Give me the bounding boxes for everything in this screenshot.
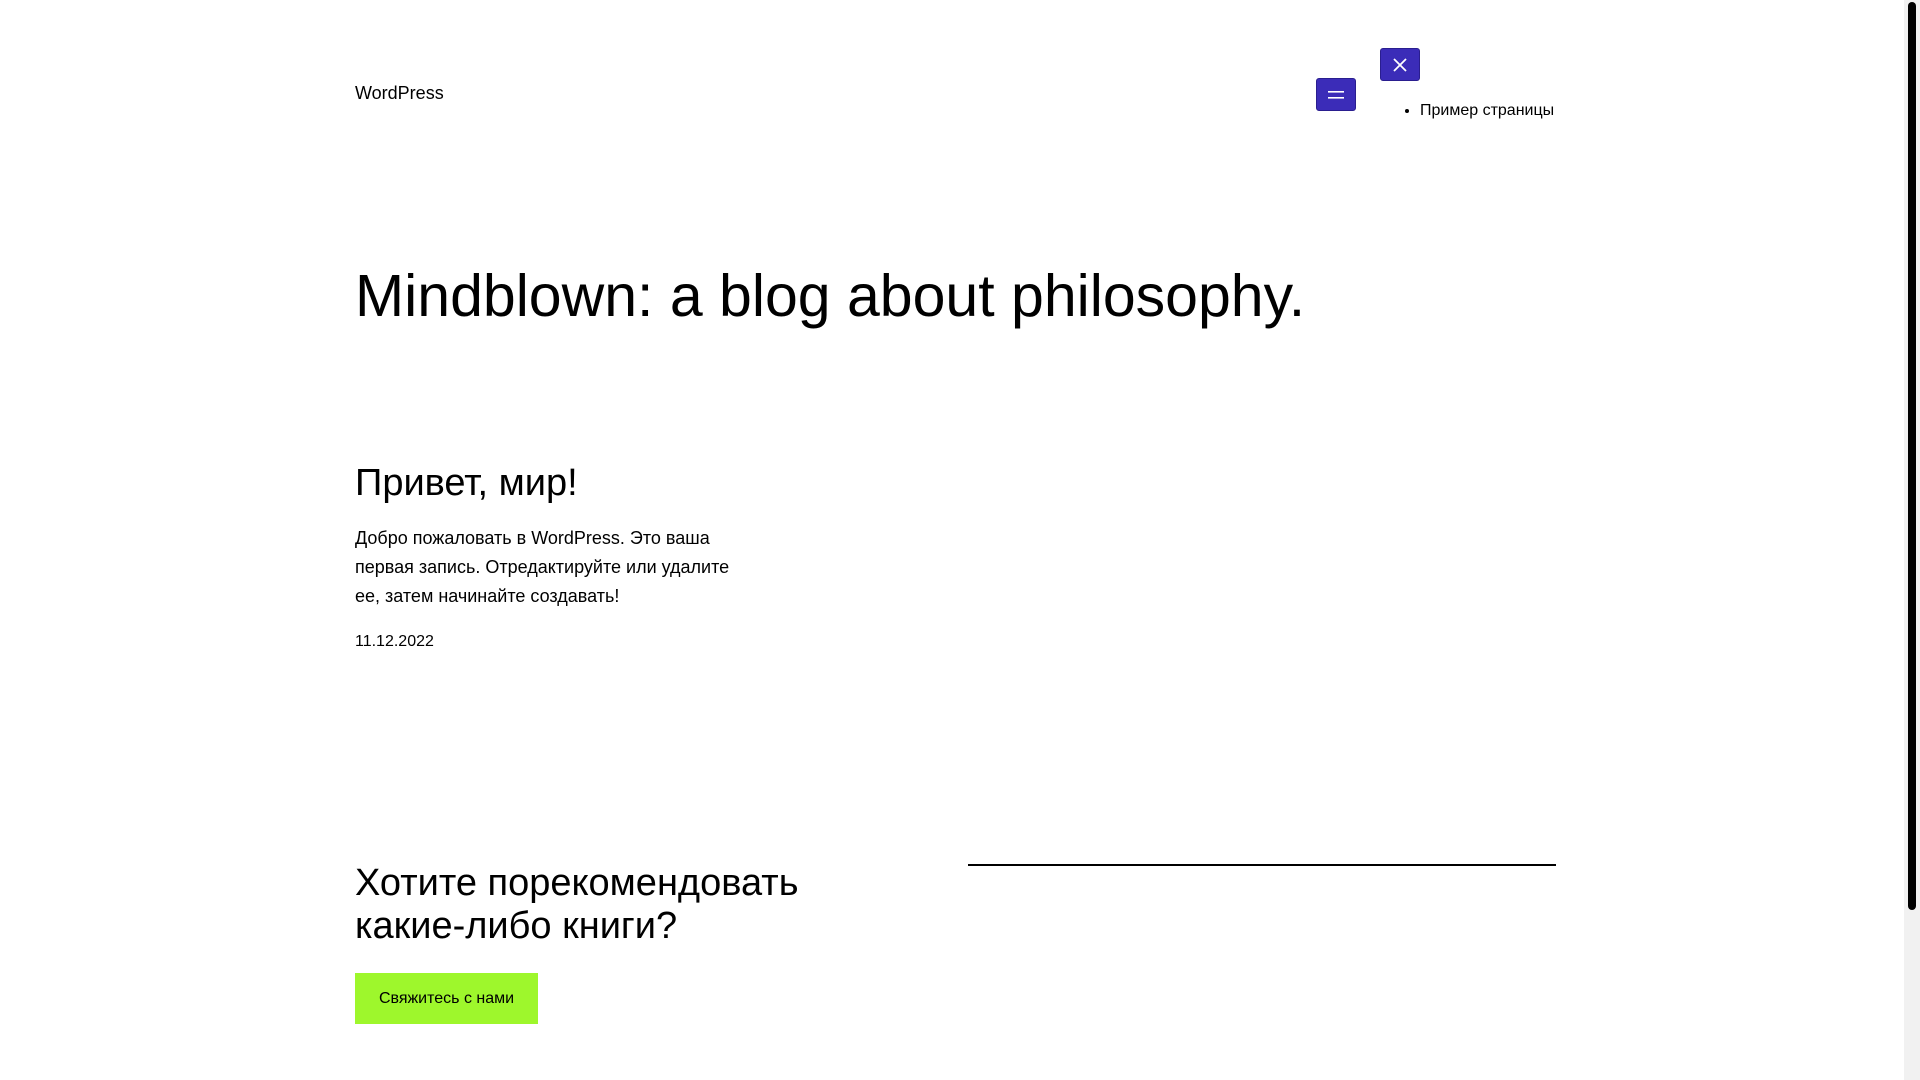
cta-title: Хотите порекомендовать какие-либо книги? [355, 862, 799, 947]
hamburger-icon [1328, 90, 1344, 99]
nav-link-sample-page[interactable]: Пример страницы [1420, 102, 1554, 119]
hero-title: Mindblown: a blog about philosophy. [355, 263, 1306, 329]
scrollbar-thumb[interactable] [1908, 2, 1916, 910]
post-date: 11.12.2022 [355, 633, 434, 650]
scrollbar[interactable] [1904, 0, 1920, 1080]
post-title: Привет, мир! [355, 460, 578, 506]
primary-nav: Пример страницы [1400, 100, 1554, 122]
close-icon [1393, 57, 1407, 72]
contact-us-button[interactable]: Свяжитесь с нами [355, 973, 538, 1024]
site-title-link[interactable]: WordPress [355, 82, 444, 104]
post-excerpt: Добро пожаловать в WordPress. Это ваша п… [355, 528, 730, 606]
open-menu-button[interactable] [1316, 78, 1356, 111]
separator [968, 864, 1556, 866]
nav-item: Пример страницы [1420, 100, 1554, 122]
close-menu-button[interactable] [1380, 48, 1420, 81]
post-title-link[interactable]: Привет, мир! [355, 462, 578, 504]
page: WordPress Пример страницы Mindblown: a b… [0, 0, 1920, 1080]
